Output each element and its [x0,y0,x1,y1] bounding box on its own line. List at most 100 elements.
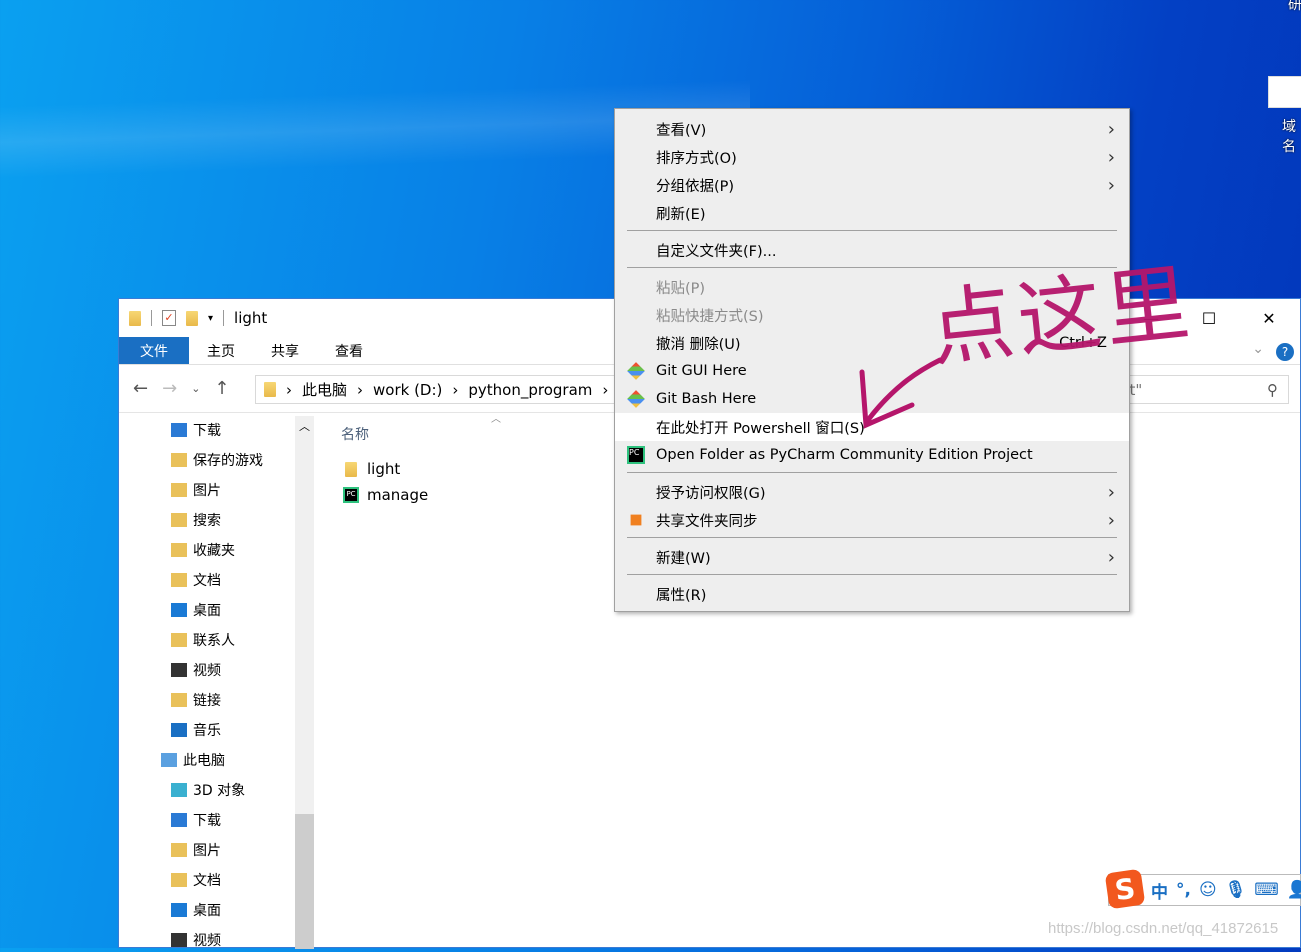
up-icon[interactable]: ↑ [214,378,229,399]
nav-item[interactable]: 图片 [171,478,221,502]
menu-item-label: 撤消 删除(U) [656,336,741,353]
nav-item[interactable]: 链接 [171,688,221,712]
menu-item[interactable]: Git GUI Here [615,357,1129,385]
tab-file[interactable]: 文件 [119,337,189,364]
quick-access-dropdown-icon[interactable]: ▾ [208,313,213,324]
nav-item[interactable]: 下载 [171,808,221,832]
menu-separator [627,267,1117,268]
tab-share[interactable]: 共享 [253,337,317,364]
menu-item-label: 查看(V) [656,122,707,139]
keyboard-icon[interactable]: ⌨ [1254,880,1279,900]
maximize-button[interactable]: ☐ [1180,299,1238,337]
nav-item[interactable]: 桌面 [171,598,221,622]
help-icon[interactable]: ? [1276,343,1294,361]
punctuation-toggle[interactable]: °, [1176,880,1191,900]
tab-view[interactable]: 查看 [317,337,381,364]
scroll-up-icon[interactable]: ︿ [299,418,310,434]
nav-item[interactable]: 此电脑 [161,748,225,772]
menu-separator [627,472,1117,473]
sogou-logo-icon[interactable]: S [1104,868,1146,910]
chevron-right-icon[interactable]: › [357,381,363,399]
context-menu: 查看(V) › 排序方式(O) › 分组依据(P) › 刷新(E) 自定义文件夹(F)... 粘… [614,108,1130,612]
menu-item[interactable]: 刷新(E) [615,199,1129,227]
menu-item[interactable]: 在此处打开 Powershell 窗口(S) [615,413,1129,441]
menu-item[interactable]: 属性(R) [615,580,1129,608]
column-header-name[interactable]: 名称 [341,424,369,444]
nav-item[interactable]: 下载 [171,418,221,442]
recent-locations-icon[interactable]: ⌄ [191,382,200,395]
menu-item-label: 排序方式(O) [656,150,737,167]
search-input[interactable]: ht" ⚲ [1109,375,1289,404]
scrollbar-thumb[interactable] [295,814,314,949]
back-icon[interactable]: ← [133,378,148,399]
documents-icon [171,873,187,887]
nav-item[interactable]: 文档 [171,868,221,892]
nav-item[interactable]: 文档 [171,568,221,592]
expand-ribbon-icon[interactable]: ⌄ [1252,341,1264,357]
breadcrumb-item[interactable]: python_program [468,381,592,399]
menu-item[interactable]: PC Open Folder as PyCharm Community Editi… [615,441,1129,469]
divider [151,310,152,326]
microphone-icon[interactable]: 🎙 [1225,880,1247,900]
nav-item-label: 视频 [193,663,221,679]
chevron-right-icon[interactable]: › [452,381,458,399]
desktop-icon [171,903,187,917]
tab-home[interactable]: 主页 [189,337,253,364]
watermark: https://blog.csdn.net/qq_41872615 [1048,920,1279,937]
desktop-file-icon[interactable] [1268,76,1301,108]
nav-item-label: 图片 [193,483,221,499]
close-button[interactable]: ✕ [1240,299,1298,337]
this-pc-icon [161,753,177,767]
menu-item[interactable]: 撤消 删除(U) Ctrl+Z [615,329,1129,357]
nav-item[interactable]: 联系人 [171,628,235,652]
nav-item[interactable]: 音乐 [171,718,221,742]
folder-icon [264,382,276,397]
search-folder-icon [171,513,187,527]
menu-item[interactable]: 自定义文件夹(F)... [615,236,1129,264]
submenu-arrow-icon: › [1107,481,1115,503]
menu-item-label: 授予访问权限(G) [656,485,766,502]
emoji-icon[interactable]: ☺ [1199,880,1217,900]
minimize-button[interactable]: — [1122,299,1180,337]
desktop-icon [171,603,187,617]
nav-item[interactable]: 视频 [171,928,221,952]
ime-mode-toggle[interactable]: 中 [1151,878,1168,903]
desktop-label-top: 研 [1288,0,1301,13]
new-folder-icon[interactable] [186,310,198,326]
desktop-icon-label[interactable]: 域名 [1282,116,1301,156]
chevron-right-icon[interactable]: › [286,381,292,399]
menu-item[interactable]: 授予访问权限(G) › [615,478,1129,506]
breadcrumb-item[interactable]: 此电脑 [302,379,347,400]
menu-item[interactable]: 排序方式(O) › [615,143,1129,171]
file-item[interactable]: PC manage [343,486,428,504]
properties-icon[interactable]: ✓ [162,310,176,326]
nav-item[interactable]: 收藏夹 [171,538,235,562]
nav-item[interactable]: 桌面 [171,898,221,922]
user-icon[interactable]: 👤 [1287,880,1301,900]
menu-item-label: 新建(W) [656,550,711,567]
file-item[interactable]: light [345,460,400,478]
nav-item[interactable]: 保存的游戏 [171,448,263,472]
search-icon[interactable]: ⚲ [1267,381,1278,399]
menu-item[interactable]: 查看(V) › [615,115,1129,143]
menu-item[interactable]: Git Bash Here [615,385,1129,413]
navigation-pane: 下载 保存的游戏 图片 搜索 收藏夹 文档 桌面 联系人 视频 链接 音乐 此电脑 3D 对象 下载 图片文… [119,416,295,949]
breadcrumb-item[interactable]: work (D:) [373,381,442,399]
menu-item[interactable]: 粘贴(P) [615,273,1129,301]
contacts-icon [171,633,187,647]
menu-separator [627,230,1117,231]
nav-item[interactable]: 搜索 [171,508,221,532]
menu-item[interactable]: 分组依据(P) › [615,171,1129,199]
menu-item[interactable]: 新建(W) › [615,543,1129,571]
nav-scrollbar[interactable]: ︿ [295,416,314,949]
menu-separator [627,537,1117,538]
menu-item[interactable]: 粘贴快捷方式(S) [615,301,1129,329]
menu-item-label: 分组依据(P) [656,178,735,195]
nav-item[interactable]: 3D 对象 [171,778,245,802]
chevron-right-icon[interactable]: › [602,381,608,399]
nav-item[interactable]: 图片 [171,838,221,862]
submenu-arrow-icon: › [1107,146,1115,168]
menu-item[interactable]: 共享文件夹同步 › [615,506,1129,534]
forward-icon[interactable]: → [162,378,177,399]
nav-item[interactable]: 视频 [171,658,221,682]
